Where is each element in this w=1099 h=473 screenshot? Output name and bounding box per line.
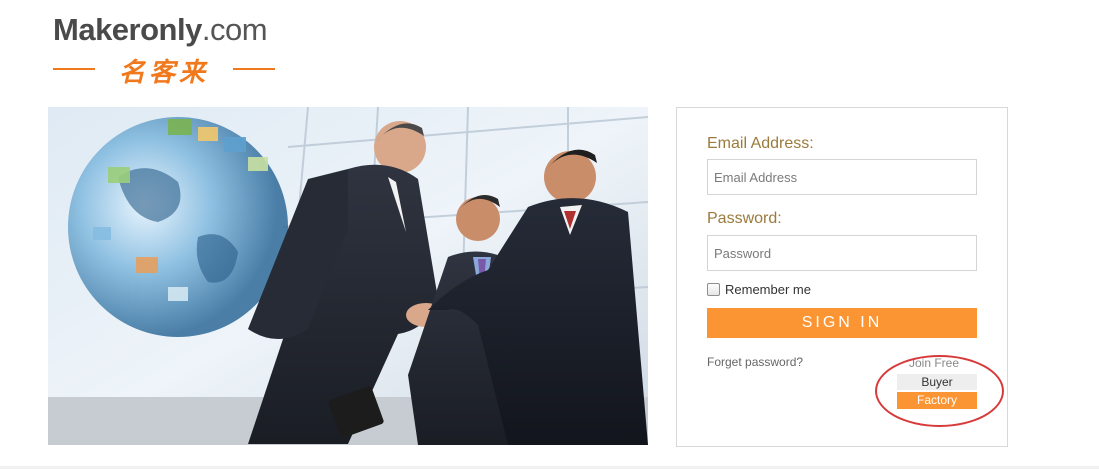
join-factory-button[interactable]: Factory <box>897 392 977 409</box>
logo-divider-left <box>53 68 95 70</box>
remember-me-row[interactable]: Remember me <box>707 282 811 297</box>
hero-image <box>48 107 648 445</box>
logo-brand: Makeronly <box>53 12 202 47</box>
sign-in-button[interactable]: SIGN IN <box>707 308 977 338</box>
logo-chinese-name: 名客来 <box>118 58 209 88</box>
password-label: Password: <box>707 210 782 227</box>
site-logo[interactable]: Makeronly.com 名客来 <box>53 12 288 88</box>
join-free-label: Join Free <box>909 356 960 370</box>
business-handshake-illustration <box>48 107 648 445</box>
login-panel: Email Address: Password: Remember me SIG… <box>676 107 1008 447</box>
email-label: Email Address: <box>707 135 814 152</box>
logo-domain: .com <box>201 12 268 47</box>
remember-me-label: Remember me <box>725 282 811 297</box>
forget-password-link[interactable]: Forget password? <box>707 355 803 369</box>
email-input[interactable] <box>707 159 977 195</box>
join-buyer-button[interactable]: Buyer <box>897 374 977 390</box>
logo-subtitle: 名客来 <box>53 54 275 88</box>
remember-me-checkbox[interactable] <box>707 283 720 296</box>
logo-divider-right <box>233 68 275 70</box>
logo-wordmark: Makeronly.com <box>53 12 268 48</box>
footer-divider <box>0 466 1099 469</box>
password-input[interactable] <box>707 235 977 271</box>
